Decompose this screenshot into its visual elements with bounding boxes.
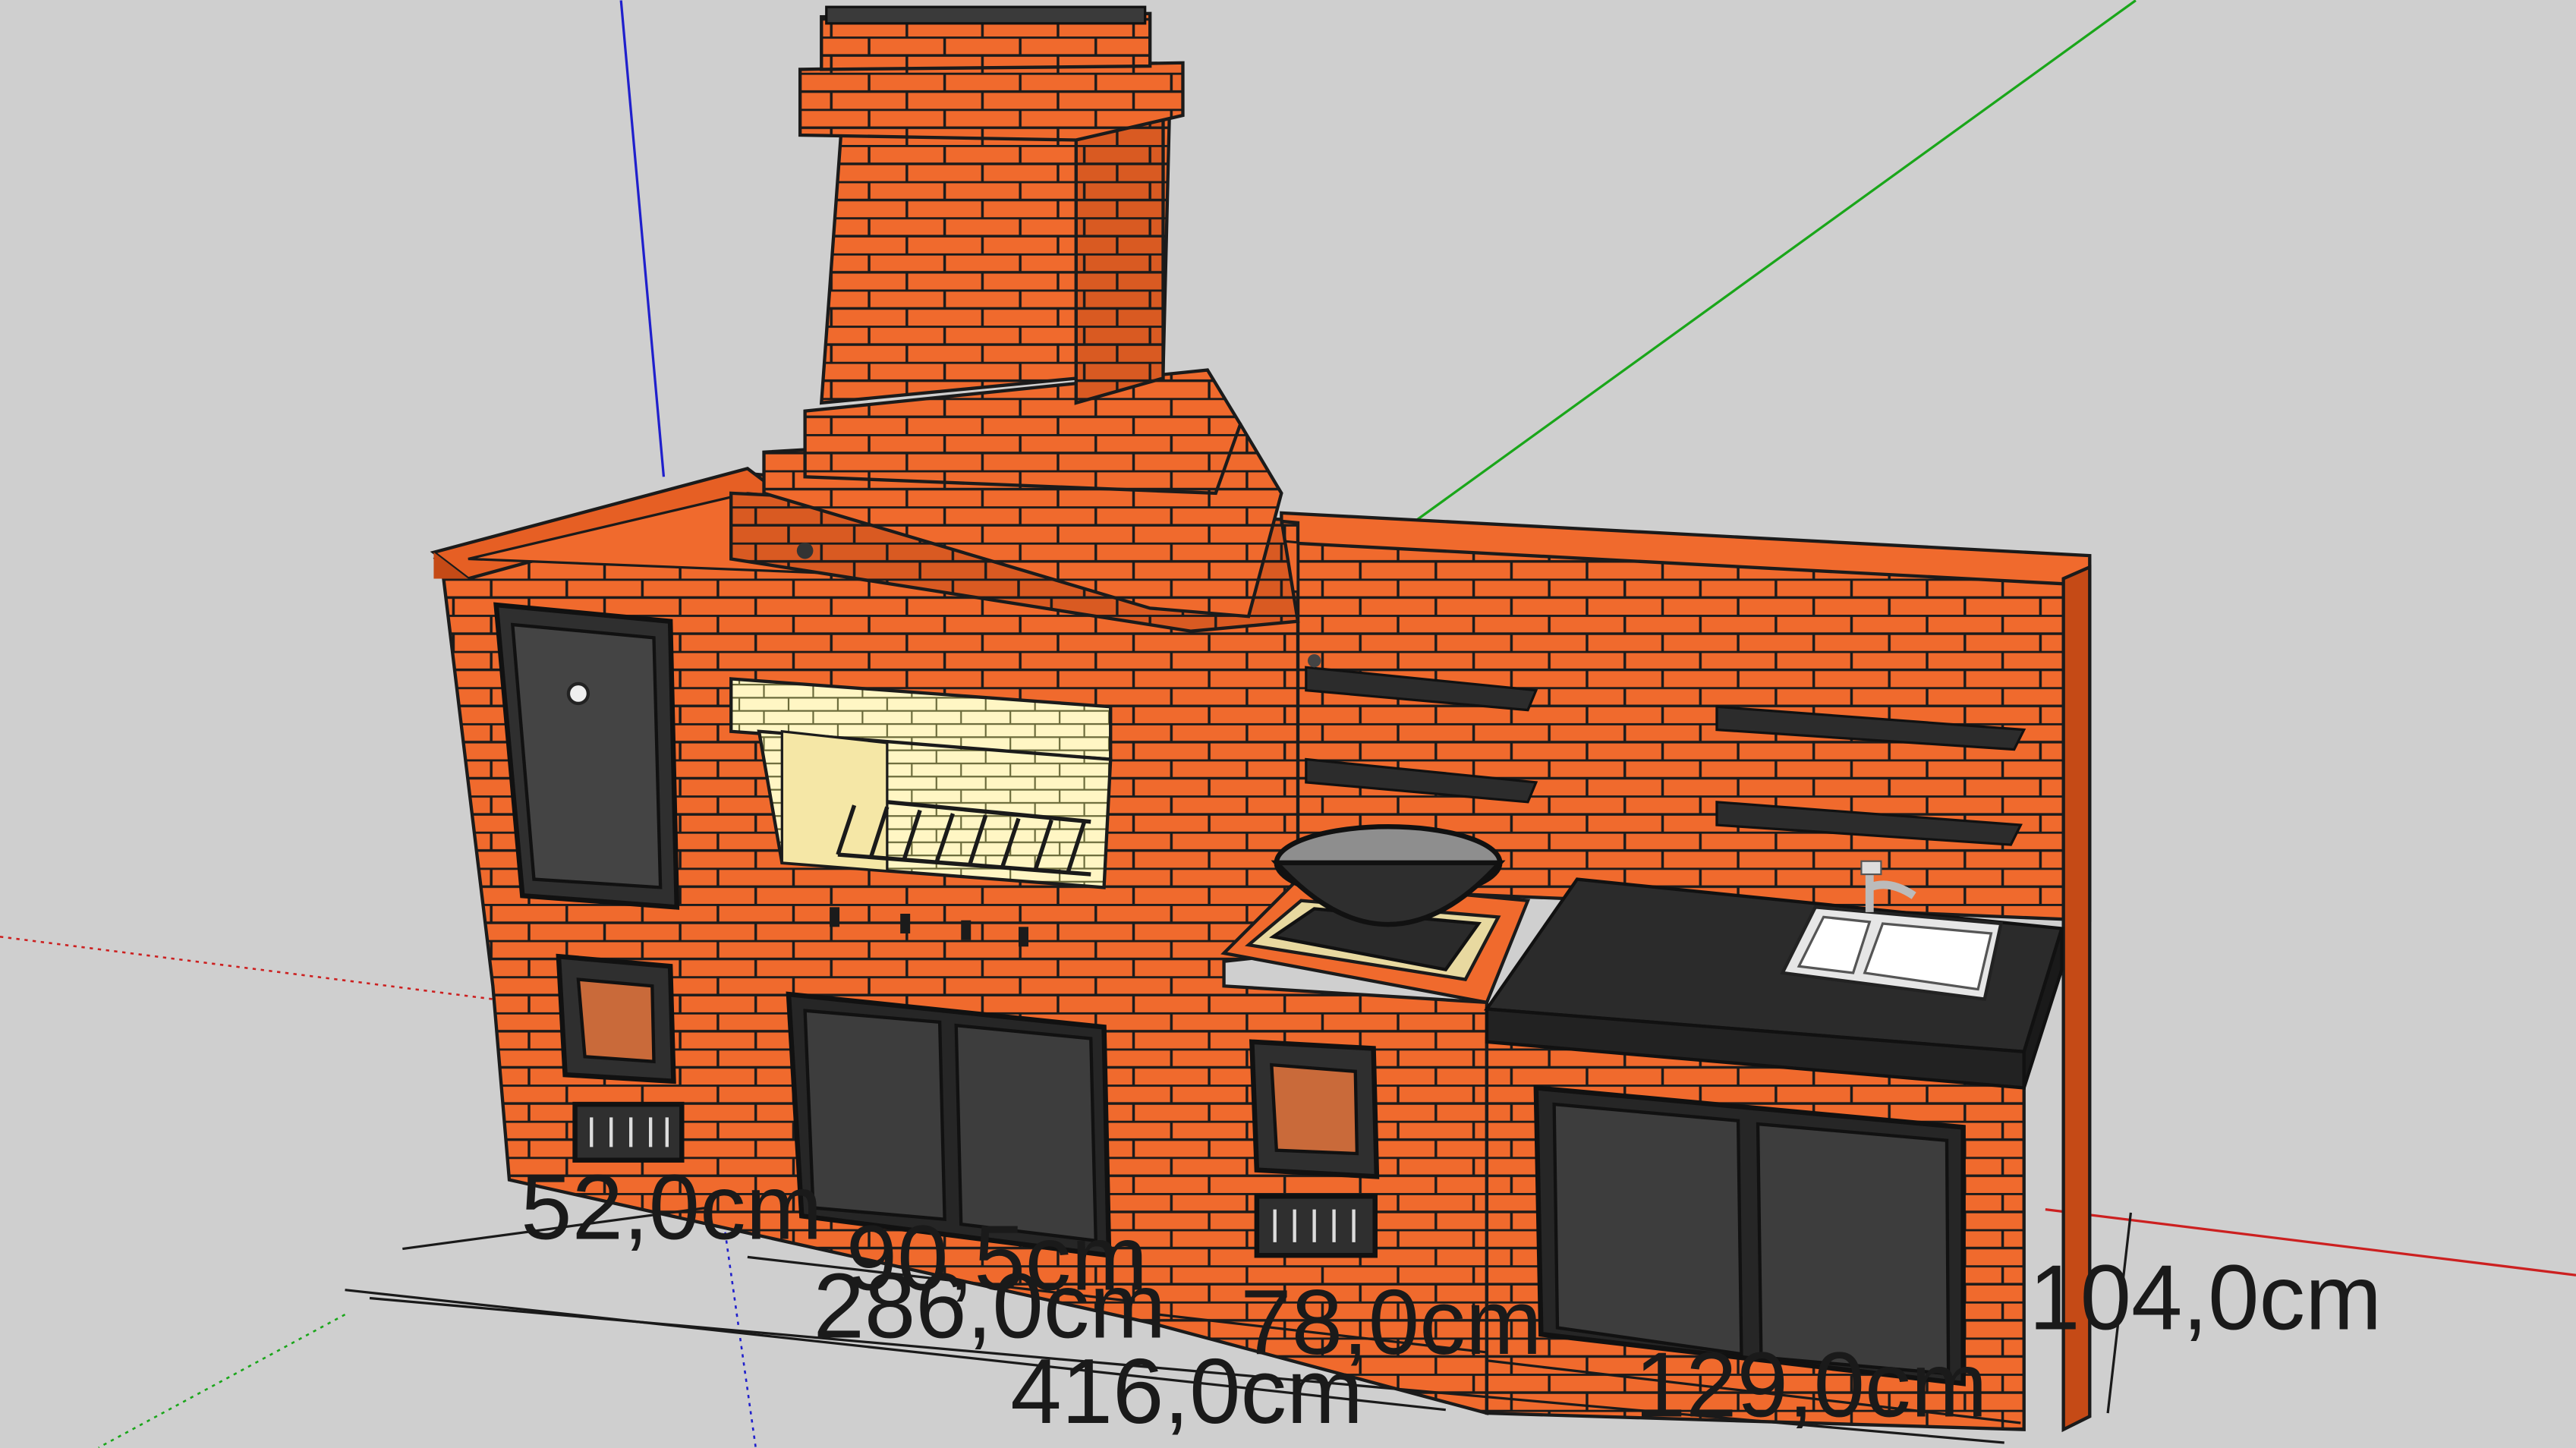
chimney-damper-knob (796, 542, 814, 559)
hook (1307, 654, 1321, 668)
red-axis-dotted (0, 936, 493, 1000)
green-axis-dotted (98, 1314, 346, 1448)
smoker-door-knob (566, 682, 590, 706)
blue-axis (619, 0, 666, 477)
chimney (729, 5, 1300, 633)
chimney-cap-grate (825, 5, 1147, 25)
dim-label-129: 129,0cm (1635, 1333, 1988, 1436)
ash-vent-right (1254, 1194, 1378, 1258)
green-axis (1412, 0, 2137, 524)
dim-label-104: 104,0cm (2029, 1246, 2382, 1349)
oven-door-left (556, 953, 676, 1084)
dim-label-416: 416,0cm (1010, 1339, 1363, 1443)
smoker-door (493, 602, 680, 910)
brick-bbq-complex-model: 52,0cm 90,5cm 286,0cm 78,0cm 416,0cm 129… (0, 0, 2576, 1448)
oven-door-right (1249, 1039, 1380, 1179)
ash-vent-left (572, 1101, 685, 1163)
dim-label-52: 52,0cm (521, 1156, 822, 1259)
